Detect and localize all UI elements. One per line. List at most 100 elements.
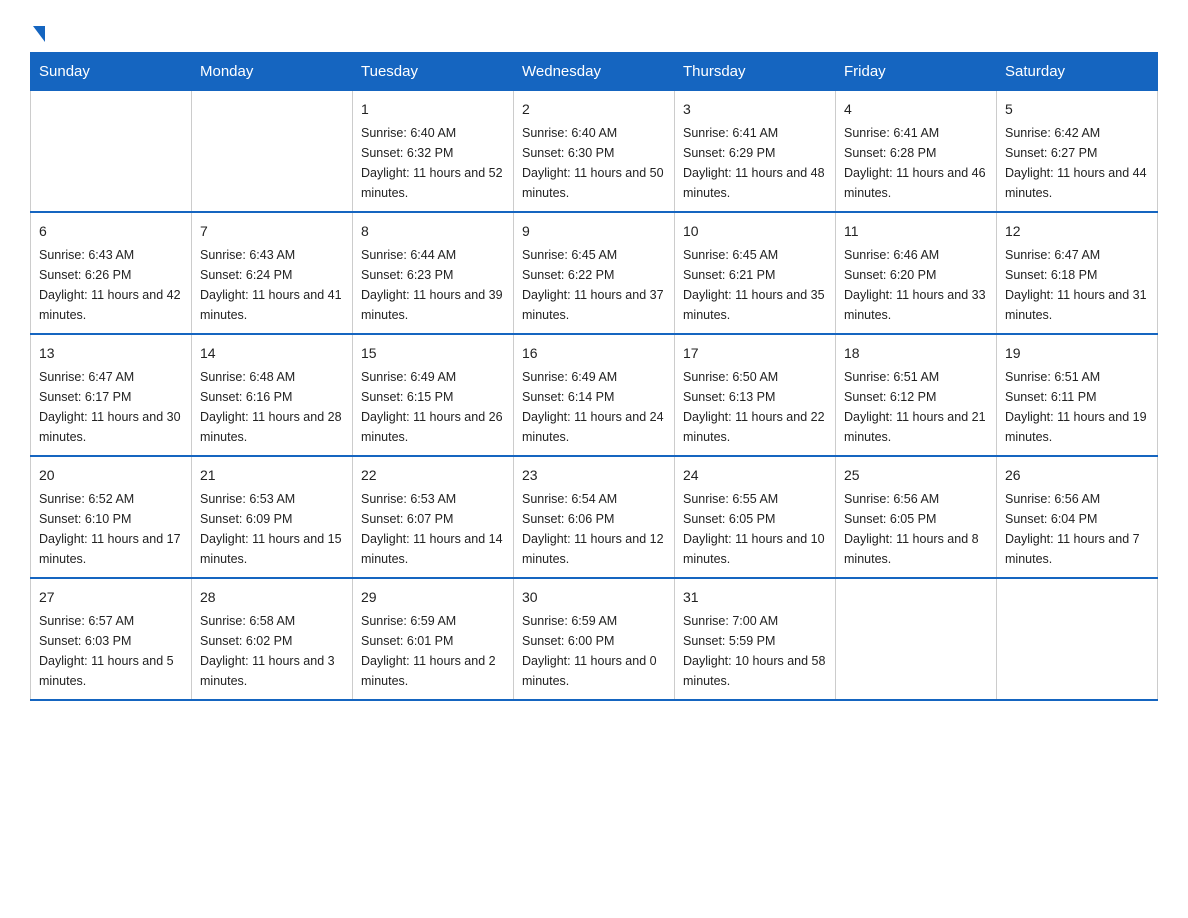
- calendar-week-4: 20 Sunrise: 6:52 AMSunset: 6:10 PMDayligh…: [31, 456, 1158, 578]
- day-number: 5: [1005, 99, 1149, 120]
- day-info: Sunrise: 6:44 AMSunset: 6:23 PMDaylight:…: [361, 248, 503, 322]
- day-number: 29: [361, 587, 505, 608]
- calendar-cell: 14 Sunrise: 6:48 AMSunset: 6:16 PMDayligh…: [192, 334, 353, 456]
- day-info: Sunrise: 7:00 AMSunset: 5:59 PMDaylight:…: [683, 614, 825, 688]
- calendar-cell: [997, 578, 1158, 700]
- day-info: Sunrise: 6:45 AMSunset: 6:21 PMDaylight:…: [683, 248, 825, 322]
- day-number: 20: [39, 465, 183, 486]
- calendar-cell: 23Sunrise: 6:54 AMSunset: 6:06 PMDayligh…: [514, 456, 675, 578]
- day-number: 26: [1005, 465, 1149, 486]
- calendar-week-5: 27Sunrise: 6:57 AMSunset: 6:03 PMDayligh…: [31, 578, 1158, 700]
- day-info: Sunrise: 6:41 AMSunset: 6:28 PMDaylight:…: [844, 126, 986, 200]
- calendar-cell: 22 Sunrise: 6:53 AMSunset: 6:07 PMDayligh…: [353, 456, 514, 578]
- day-number: 9: [522, 221, 666, 242]
- calendar-cell: 17 Sunrise: 6:50 AMSunset: 6:13 PMDayligh…: [675, 334, 836, 456]
- day-info: Sunrise: 6:52 AMSunset: 6:10 PMDaylight:…: [39, 492, 181, 566]
- calendar-cell: 16 Sunrise: 6:49 AMSunset: 6:14 PMDayligh…: [514, 334, 675, 456]
- calendar-cell: 5 Sunrise: 6:42 AMSunset: 6:27 PMDaylight…: [997, 91, 1158, 213]
- day-number: 30: [522, 587, 666, 608]
- calendar-cell: 30 Sunrise: 6:59 AMSunset: 6:00 PMDayligh…: [514, 578, 675, 700]
- calendar-header-row: SundayMondayTuesdayWednesdayThursdayFrid…: [31, 53, 1158, 91]
- calendar-cell: 3 Sunrise: 6:41 AMSunset: 6:29 PMDaylight…: [675, 91, 836, 213]
- day-info: Sunrise: 6:40 AMSunset: 6:30 PMDaylight:…: [522, 126, 664, 200]
- day-number: 8: [361, 221, 505, 242]
- day-number: 14: [200, 343, 344, 364]
- calendar-cell: 13 Sunrise: 6:47 AMSunset: 6:17 PMDayligh…: [31, 334, 192, 456]
- calendar-week-3: 13 Sunrise: 6:47 AMSunset: 6:17 PMDayligh…: [31, 334, 1158, 456]
- day-number: 2: [522, 99, 666, 120]
- day-info: Sunrise: 6:56 AMSunset: 6:04 PMDaylight:…: [1005, 492, 1140, 566]
- day-number: 21: [200, 465, 344, 486]
- day-info: Sunrise: 6:43 AMSunset: 6:24 PMDaylight:…: [200, 248, 342, 322]
- day-number: 3: [683, 99, 827, 120]
- day-info: Sunrise: 6:51 AMSunset: 6:11 PMDaylight:…: [1005, 370, 1147, 444]
- weekday-header-tuesday: Tuesday: [353, 53, 514, 91]
- day-number: 13: [39, 343, 183, 364]
- page-header: [30, 20, 1158, 42]
- day-info: Sunrise: 6:47 AMSunset: 6:18 PMDaylight:…: [1005, 248, 1147, 322]
- calendar-cell: [31, 91, 192, 213]
- day-number: 6: [39, 221, 183, 242]
- day-number: 17: [683, 343, 827, 364]
- day-info: Sunrise: 6:50 AMSunset: 6:13 PMDaylight:…: [683, 370, 825, 444]
- calendar-cell: 31 Sunrise: 7:00 AMSunset: 5:59 PMDayligh…: [675, 578, 836, 700]
- day-number: 11: [844, 221, 988, 242]
- day-number: 4: [844, 99, 988, 120]
- calendar-cell: 10 Sunrise: 6:45 AMSunset: 6:21 PMDayligh…: [675, 212, 836, 334]
- day-info: Sunrise: 6:48 AMSunset: 6:16 PMDaylight:…: [200, 370, 342, 444]
- day-info: Sunrise: 6:51 AMSunset: 6:12 PMDaylight:…: [844, 370, 986, 444]
- day-info: Sunrise: 6:55 AMSunset: 6:05 PMDaylight:…: [683, 492, 825, 566]
- weekday-header-thursday: Thursday: [675, 53, 836, 91]
- day-info: Sunrise: 6:53 AMSunset: 6:09 PMDaylight:…: [200, 492, 342, 566]
- day-info: Sunrise: 6:49 AMSunset: 6:14 PMDaylight:…: [522, 370, 664, 444]
- calendar-cell: 7 Sunrise: 6:43 AMSunset: 6:24 PMDaylight…: [192, 212, 353, 334]
- day-info: Sunrise: 6:46 AMSunset: 6:20 PMDaylight:…: [844, 248, 986, 322]
- calendar-cell: 29 Sunrise: 6:59 AMSunset: 6:01 PMDayligh…: [353, 578, 514, 700]
- day-info: Sunrise: 6:57 AMSunset: 6:03 PMDaylight:…: [39, 614, 174, 688]
- day-info: Sunrise: 6:45 AMSunset: 6:22 PMDaylight:…: [522, 248, 664, 322]
- calendar-cell: 26 Sunrise: 6:56 AMSunset: 6:04 PMDayligh…: [997, 456, 1158, 578]
- day-info: Sunrise: 6:59 AMSunset: 6:00 PMDaylight:…: [522, 614, 657, 688]
- calendar-cell: 11 Sunrise: 6:46 AMSunset: 6:20 PMDayligh…: [836, 212, 997, 334]
- day-number: 15: [361, 343, 505, 364]
- day-number: 24: [683, 465, 827, 486]
- calendar-cell: 21 Sunrise: 6:53 AMSunset: 6:09 PMDayligh…: [192, 456, 353, 578]
- calendar-cell: 24 Sunrise: 6:55 AMSunset: 6:05 PMDayligh…: [675, 456, 836, 578]
- calendar-cell: 28Sunrise: 6:58 AMSunset: 6:02 PMDayligh…: [192, 578, 353, 700]
- calendar-cell: 12Sunrise: 6:47 AMSunset: 6:18 PMDayligh…: [997, 212, 1158, 334]
- calendar-cell: 2 Sunrise: 6:40 AMSunset: 6:30 PMDaylight…: [514, 91, 675, 213]
- day-number: 16: [522, 343, 666, 364]
- day-info: Sunrise: 6:56 AMSunset: 6:05 PMDaylight:…: [844, 492, 979, 566]
- day-info: Sunrise: 6:41 AMSunset: 6:29 PMDaylight:…: [683, 126, 825, 200]
- day-number: 7: [200, 221, 344, 242]
- calendar-cell: 4 Sunrise: 6:41 AMSunset: 6:28 PMDaylight…: [836, 91, 997, 213]
- calendar-cell: 15 Sunrise: 6:49 AMSunset: 6:15 PMDayligh…: [353, 334, 514, 456]
- weekday-header-friday: Friday: [836, 53, 997, 91]
- calendar-table: SundayMondayTuesdayWednesdayThursdayFrid…: [30, 52, 1158, 701]
- day-info: Sunrise: 6:59 AMSunset: 6:01 PMDaylight:…: [361, 614, 496, 688]
- weekday-header-monday: Monday: [192, 53, 353, 91]
- day-number: 23: [522, 465, 666, 486]
- day-info: Sunrise: 6:53 AMSunset: 6:07 PMDaylight:…: [361, 492, 503, 566]
- day-info: Sunrise: 6:42 AMSunset: 6:27 PMDaylight:…: [1005, 126, 1147, 200]
- day-number: 1: [361, 99, 505, 120]
- weekday-header-saturday: Saturday: [997, 53, 1158, 91]
- day-number: 31: [683, 587, 827, 608]
- day-info: Sunrise: 6:43 AMSunset: 6:26 PMDaylight:…: [39, 248, 181, 322]
- day-number: 25: [844, 465, 988, 486]
- calendar-cell: [836, 578, 997, 700]
- calendar-cell: 20 Sunrise: 6:52 AMSunset: 6:10 PMDayligh…: [31, 456, 192, 578]
- day-info: Sunrise: 6:40 AMSunset: 6:32 PMDaylight:…: [361, 126, 503, 200]
- day-number: 10: [683, 221, 827, 242]
- calendar-cell: [192, 91, 353, 213]
- day-info: Sunrise: 6:49 AMSunset: 6:15 PMDaylight:…: [361, 370, 503, 444]
- day-number: 22: [361, 465, 505, 486]
- calendar-cell: 18 Sunrise: 6:51 AMSunset: 6:12 PMDayligh…: [836, 334, 997, 456]
- calendar-cell: 9 Sunrise: 6:45 AMSunset: 6:22 PMDaylight…: [514, 212, 675, 334]
- calendar-cell: 8 Sunrise: 6:44 AMSunset: 6:23 PMDaylight…: [353, 212, 514, 334]
- day-info: Sunrise: 6:47 AMSunset: 6:17 PMDaylight:…: [39, 370, 181, 444]
- calendar-week-1: 1 Sunrise: 6:40 AMSunset: 6:32 PMDaylight…: [31, 91, 1158, 213]
- calendar-cell: 6 Sunrise: 6:43 AMSunset: 6:26 PMDaylight…: [31, 212, 192, 334]
- day-number: 18: [844, 343, 988, 364]
- weekday-header-wednesday: Wednesday: [514, 53, 675, 91]
